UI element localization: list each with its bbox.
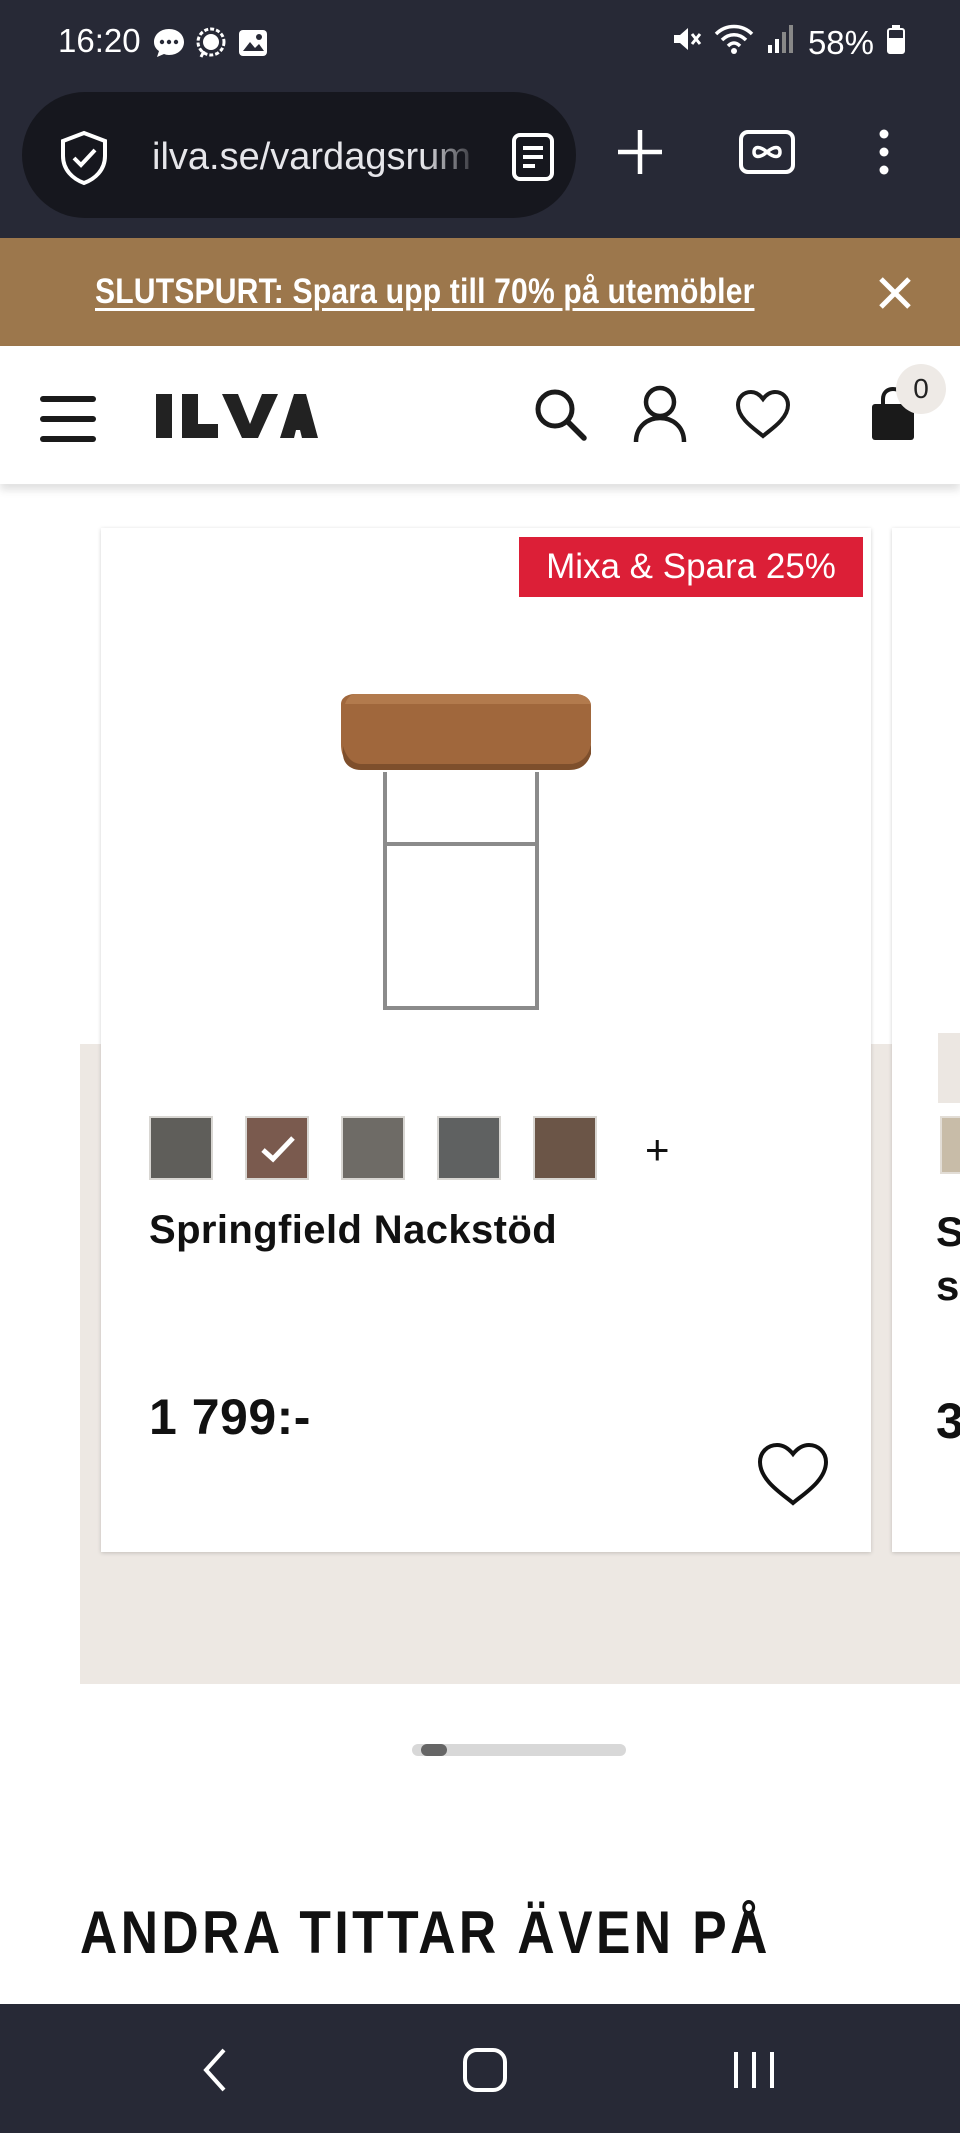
carousel-scrollbar-thumb[interactable] (421, 1744, 447, 1756)
shield-check-icon[interactable] (58, 130, 110, 191)
next-product-card-peek[interactable]: S s 3 (892, 528, 960, 1552)
product-price: 1 799:- (149, 1389, 311, 1445)
system-status: 58% (670, 22, 906, 64)
cart-count-badge[interactable]: 0 (896, 364, 946, 414)
recent-apps-icon[interactable] (732, 2046, 776, 2099)
product-name[interactable]: Springfield Nackstöd (149, 1208, 557, 1253)
battery-icon (886, 23, 906, 63)
wifi-icon (714, 22, 754, 64)
product-card[interactable]: Mixa & Spara 25% + Springfield Nackstöd … (101, 528, 871, 1552)
add-to-wishlist-heart-icon[interactable] (755, 1440, 831, 1513)
next-product-swatch (940, 1116, 960, 1174)
color-swatch[interactable] (533, 1116, 597, 1180)
system-navigation-bar (0, 2004, 960, 2133)
wishlist-heart-icon[interactable] (734, 388, 792, 445)
account-icon[interactable] (632, 384, 688, 449)
color-swatch-selected[interactable] (245, 1116, 309, 1180)
promo-banner: SLUTSPURT: Spara upp till 70% på utemöbl… (0, 238, 960, 346)
menu-icon[interactable] (876, 126, 892, 183)
new-tab-icon[interactable] (614, 126, 666, 183)
signal-icon (766, 23, 796, 63)
chat-bubble-icon (152, 26, 186, 65)
back-icon[interactable] (200, 2046, 230, 2099)
product-image[interactable] (321, 658, 621, 1023)
color-swatch[interactable] (149, 1116, 213, 1180)
tabs-icon[interactable] (738, 126, 796, 183)
promo-banner-link[interactable]: SLUTSPURT: Spara upp till 70% på utemöbl… (95, 272, 754, 312)
color-swatch[interactable] (437, 1116, 501, 1180)
url-fade (422, 122, 482, 192)
next-product-name-line1: S (936, 1208, 960, 1255)
messenger-icon (194, 26, 228, 65)
carousel-scrollbar[interactable] (412, 1744, 626, 1756)
more-colors-button[interactable]: + (645, 1126, 670, 1174)
gallery-icon (236, 26, 270, 65)
promo-tag: Mixa & Spara 25% (519, 537, 863, 597)
color-swatch[interactable] (341, 1116, 405, 1180)
next-product-price: 3 (936, 1393, 960, 1449)
site-header: 0 (0, 346, 960, 484)
reader-mode-icon[interactable] (510, 132, 556, 187)
close-icon[interactable] (878, 276, 912, 315)
status-bar: 16:20 58% (0, 0, 960, 86)
battery-percent: 58% (807, 24, 874, 61)
status-time: 16:20 (58, 22, 141, 59)
ilva-logo[interactable] (156, 386, 318, 449)
home-icon[interactable] (462, 2046, 508, 2099)
notification-icons (152, 26, 270, 65)
color-swatches (149, 1116, 597, 1180)
checkmark-icon (260, 1134, 296, 1169)
mute-icon (670, 23, 702, 63)
next-product-promo-tag (938, 1033, 960, 1103)
next-product-name-line2: s (936, 1262, 960, 1309)
search-icon[interactable] (532, 386, 588, 447)
section-title: ANDRA TITTAR ÄVEN PÅ (80, 1899, 771, 1966)
browser-toolbar: ilva.se/vardagsrum (0, 86, 960, 238)
address-bar[interactable]: ilva.se/vardagsrum (22, 92, 576, 218)
hamburger-menu-icon[interactable] (40, 396, 96, 447)
